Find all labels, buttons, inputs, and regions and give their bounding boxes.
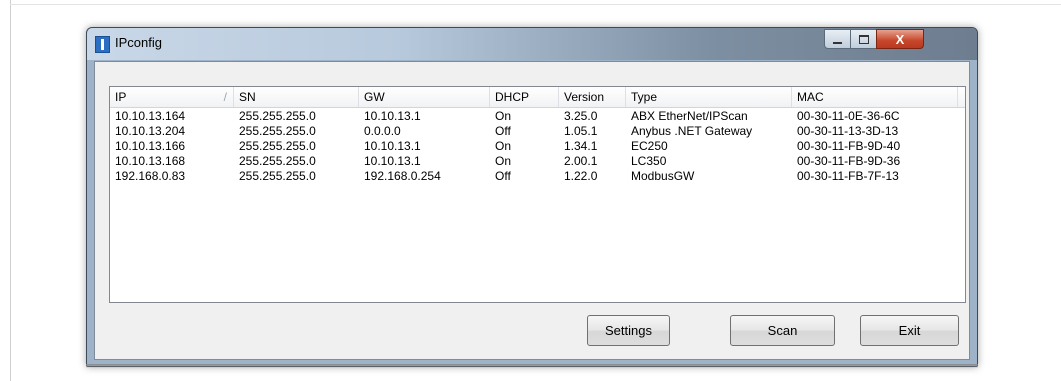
cell-dhcp: Off bbox=[495, 124, 511, 138]
cell-gw: 10.10.13.1 bbox=[364, 139, 421, 153]
cell-mac: 00-30-11-13-3D-13 bbox=[797, 124, 899, 138]
cell-gw: 10.10.13.1 bbox=[364, 109, 421, 123]
cell-type: LC350 bbox=[631, 154, 667, 168]
cell-sn: 255.255.255.0 bbox=[239, 124, 316, 138]
cell-gw: 192.168.0.254 bbox=[364, 169, 441, 183]
column-header-sn[interactable]: SN bbox=[234, 87, 359, 107]
cell-mac: 00-30-11-FB-9D-40 bbox=[797, 139, 901, 153]
column-header-label: IP bbox=[115, 90, 127, 104]
cell-version: 3.25.0 bbox=[564, 109, 598, 123]
cell-mac: 00-30-11-0E-36-6C bbox=[797, 109, 900, 123]
cell-dhcp: Off bbox=[495, 169, 511, 183]
cell-gw: 10.10.13.1 bbox=[364, 154, 421, 168]
column-header-dhcp[interactable]: DHCP bbox=[490, 87, 559, 107]
column-header-ip[interactable]: IP / bbox=[110, 87, 234, 107]
cell-ip: 10.10.13.168 bbox=[115, 154, 186, 168]
cell-dhcp: On bbox=[495, 139, 512, 153]
minimize-button[interactable] bbox=[824, 29, 851, 49]
column-header-mac[interactable]: MAC bbox=[792, 87, 958, 107]
maximize-icon bbox=[858, 34, 869, 44]
app-icon[interactable] bbox=[95, 36, 110, 53]
cell-ip: 192.168.0.83 bbox=[115, 169, 186, 183]
cell-type: ModbusGW bbox=[631, 169, 695, 183]
cell-sn: 255.255.255.0 bbox=[239, 154, 316, 168]
table-row[interactable]: 192.168.0.83 255.255.255.0 192.168.0.254… bbox=[110, 169, 965, 184]
page-border-left bbox=[10, 0, 11, 381]
sort-indicator-icon: / bbox=[223, 90, 227, 104]
title-bar[interactable]: IPconfig X bbox=[87, 28, 977, 60]
cell-ip: 10.10.13.204 bbox=[115, 124, 186, 138]
table-row[interactable]: 10.10.13.204 255.255.255.0 0.0.0.0 Off 1… bbox=[110, 124, 965, 139]
client-area: IP / SN GW DHCP Version Type MAC 10.10.1… bbox=[94, 61, 970, 360]
window-title: IPconfig bbox=[115, 35, 162, 50]
cell-version: 2.00.1 bbox=[564, 154, 598, 168]
cell-sn: 255.255.255.0 bbox=[239, 109, 316, 123]
page-border-top bbox=[10, 4, 1061, 5]
column-header-version[interactable]: Version bbox=[559, 87, 626, 107]
maximize-button[interactable] bbox=[850, 29, 877, 49]
cell-dhcp: On bbox=[495, 109, 512, 123]
column-header-gw[interactable]: GW bbox=[359, 87, 490, 107]
cell-sn: 255.255.255.0 bbox=[239, 169, 316, 183]
table-row[interactable]: 10.10.13.164 255.255.255.0 10.10.13.1 On… bbox=[110, 109, 965, 124]
exit-button[interactable]: Exit bbox=[860, 315, 959, 346]
settings-button[interactable]: Settings bbox=[587, 315, 670, 346]
scan-button[interactable]: Scan bbox=[730, 315, 835, 346]
column-header-type[interactable]: Type bbox=[626, 87, 792, 107]
close-button[interactable]: X bbox=[876, 29, 924, 49]
cell-type: ABX EtherNet/IPScan bbox=[631, 109, 748, 123]
cell-ip: 10.10.13.166 bbox=[115, 139, 186, 153]
table-row[interactable]: 10.10.13.166 255.255.255.0 10.10.13.1 On… bbox=[110, 139, 965, 154]
cell-sn: 255.255.255.0 bbox=[239, 139, 316, 153]
window-shadow bbox=[86, 364, 978, 368]
cell-mac: 00-30-11-FB-7F-13 bbox=[797, 169, 899, 183]
cell-dhcp: On bbox=[495, 154, 512, 168]
list-header: IP / SN GW DHCP Version Type MAC bbox=[110, 87, 965, 108]
cell-gw: 0.0.0.0 bbox=[364, 124, 401, 138]
ipconfig-window: IPconfig X IP / SN GW DHCP Version Type … bbox=[86, 27, 978, 367]
cell-ip: 10.10.13.164 bbox=[115, 109, 186, 123]
table-row[interactable]: 10.10.13.168 255.255.255.0 10.10.13.1 On… bbox=[110, 154, 965, 169]
cell-type: EC250 bbox=[631, 139, 668, 153]
minimize-icon bbox=[833, 41, 842, 44]
cell-version: 1.05.1 bbox=[564, 124, 598, 138]
cell-mac: 00-30-11-FB-9D-36 bbox=[797, 154, 901, 168]
device-list[interactable]: IP / SN GW DHCP Version Type MAC 10.10.1… bbox=[109, 86, 966, 303]
close-icon: X bbox=[895, 31, 905, 47]
cell-version: 1.22.0 bbox=[564, 169, 598, 183]
cell-type: Anybus .NET Gateway bbox=[631, 124, 753, 138]
cell-version: 1.34.1 bbox=[564, 139, 598, 153]
